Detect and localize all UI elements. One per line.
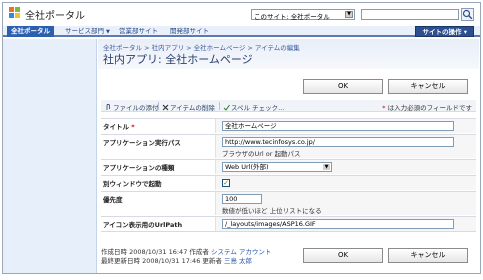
tab-label: 全社ポータル — [11, 27, 50, 35]
search-button[interactable] — [461, 8, 474, 21]
toolbar-divider — [158, 102, 159, 110]
priority-hint: 数値が低いほど 上位リストになる — [222, 207, 322, 215]
modified-by-link[interactable]: 三島 太郎 — [224, 257, 252, 265]
browser-frame: 全社ポータル このサイト: 全社ポータル ▼ 全社ポータル サービス部門 ▼ 営業… — [2, 2, 481, 274]
field-cell: 全社ホームページ — [215, 119, 476, 133]
search-scope-value: このサイト: 全社ポータル — [254, 13, 330, 21]
item-metadata: 作成日時 2008/10/31 16:47 作成者 システム アカウント 最終更… — [101, 248, 271, 266]
field-row-icon-path: アイコン表示用のUrlPath /_layouts/images/ASP16.G… — [101, 216, 476, 232]
tab-service-dept[interactable]: サービス部門 ▼ — [61, 26, 114, 37]
field-row-app-type: アプリケーションの種類 Web Url(外部) ▼ — [101, 159, 476, 174]
field-label-app-path: アプリケーション実行パス — [103, 139, 181, 147]
chevron-down-icon: ▼ — [106, 29, 110, 35]
required-star: * — [382, 104, 386, 112]
created-by-link[interactable]: システム アカウント — [211, 248, 271, 256]
field-row-title: タイトル * 全社ホームページ — [101, 118, 476, 133]
site-title[interactable]: 全社ポータル — [25, 7, 85, 22]
field-label-new-window: 別ウィンドウで起動 — [103, 180, 162, 188]
cancel-button[interactable]: キャンセル — [388, 79, 468, 94]
title-input[interactable]: 全社ホームページ — [222, 121, 454, 131]
field-label-title: タイトル * — [103, 121, 215, 131]
field-label-text: タイトル — [103, 123, 129, 131]
app-path-input[interactable]: http://www.tecinfosys.co.jp/ — [222, 137, 454, 147]
form-toolbar: ファイルの添付 アイテムの削除 スペル チェック... * は入力必須のフィール… — [101, 100, 476, 112]
field-cell: http://www.tecinfosys.co.jp/ ブラウザのUrl or… — [215, 135, 476, 158]
main-content: 全社ポータル > 社内アプリ > 全社ホームページ > アイテムの編集 社内アプ… — [98, 39, 479, 273]
field-label-app-type: アプリケーションの種類 — [103, 164, 175, 172]
title-area: 全社ポータル > 社内アプリ > 全社ホームページ > アイテムの編集 社内アプ… — [98, 39, 479, 69]
delete-x-icon — [162, 104, 169, 111]
left-navigation — [3, 39, 97, 273]
field-cell: ✓ — [215, 176, 476, 190]
attach-file-button[interactable]: ファイルの添付 — [105, 102, 159, 112]
tab-label: 営業部サイト — [119, 27, 158, 35]
ok-button-bottom[interactable]: OK — [303, 248, 383, 263]
cancel-button-bottom[interactable]: キャンセル — [388, 248, 468, 263]
ok-button[interactable]: OK — [303, 79, 383, 94]
top-nav-tabs: 全社ポータル サービス部門 ▼ 営業部サイト 開発部サイト サイトの操作 ▾ — [3, 26, 480, 37]
field-label-icon-path: アイコン表示用のUrlPath — [103, 221, 183, 229]
attach-file-label: ファイルの添付 — [113, 104, 159, 112]
app-path-hint: ブラウザのUrl or 起動パス — [222, 150, 301, 158]
field-label-priority: 優先度 — [103, 196, 123, 204]
search-input[interactable] — [361, 9, 459, 20]
search-icon — [462, 9, 473, 20]
new-window-checkbox[interactable]: ✓ — [222, 179, 230, 187]
sharepoint-logo-icon — [9, 7, 21, 19]
field-row-app-path: アプリケーション実行パス http://www.tecinfosys.co.jp… — [101, 134, 476, 158]
modified-info: 最終更新日時 2008/10/31 17:46 更新者 三島 太郎 — [101, 257, 271, 266]
paperclip-icon — [105, 103, 112, 111]
tab-label: 開発部サイト — [170, 27, 209, 35]
spell-check-button[interactable]: スペル チェック... — [223, 102, 284, 112]
field-cell: Web Url(外部) ▼ — [215, 160, 476, 174]
app-type-value: Web Url(外部) — [225, 163, 269, 171]
required-fields-note: * は入力必須のフィールドです — [382, 102, 472, 112]
required-note-text: は入力必須のフィールドです — [387, 104, 472, 112]
site-header: 全社ポータル このサイト: 全社ポータル ▼ — [3, 3, 480, 27]
chevron-down-icon: ▼ — [323, 164, 330, 170]
modified-text: 最終更新日時 2008/10/31 17:46 更新者 — [101, 257, 222, 265]
site-actions-menu[interactable]: サイトの操作 ▾ — [415, 26, 474, 37]
icon-path-input[interactable]: /_layouts/images/ASP16.GIF — [222, 219, 454, 229]
toolbar-divider — [219, 102, 220, 110]
spell-check-label: スペル チェック... — [231, 104, 285, 112]
required-star: * — [131, 123, 135, 131]
tab-all-company-portal[interactable]: 全社ポータル — [7, 26, 54, 37]
field-cell: /_layouts/images/ASP16.GIF — [215, 217, 476, 231]
field-cell: 100 数値が低いほど 上位リストになる — [215, 192, 476, 215]
delete-item-button[interactable]: アイテムの削除 — [162, 102, 215, 112]
created-info: 作成日時 2008/10/31 16:47 作成者 システム アカウント — [101, 248, 271, 257]
priority-input[interactable]: 100 — [222, 194, 262, 204]
chevron-down-icon: ▼ — [345, 11, 353, 18]
spell-check-icon — [223, 104, 230, 111]
page-title: 社内アプリ: 全社ホームページ — [103, 53, 253, 66]
tab-dev-site[interactable]: 開発部サイト — [166, 26, 213, 37]
tab-sales-site[interactable]: 営業部サイト — [115, 26, 162, 37]
tab-label: サービス部門 — [65, 27, 104, 35]
app-type-select[interactable]: Web Url(外部) ▼ — [222, 162, 332, 172]
created-text: 作成日時 2008/10/31 16:47 作成者 — [101, 248, 209, 256]
search-scope-select[interactable]: このサイト: 全社ポータル ▼ — [251, 9, 355, 21]
field-row-new-window: 別ウィンドウで起動 ✓ — [101, 175, 476, 190]
field-row-priority: 優先度 100 数値が低いほど 上位リストになる — [101, 191, 476, 215]
delete-item-label: アイテムの削除 — [170, 104, 215, 112]
